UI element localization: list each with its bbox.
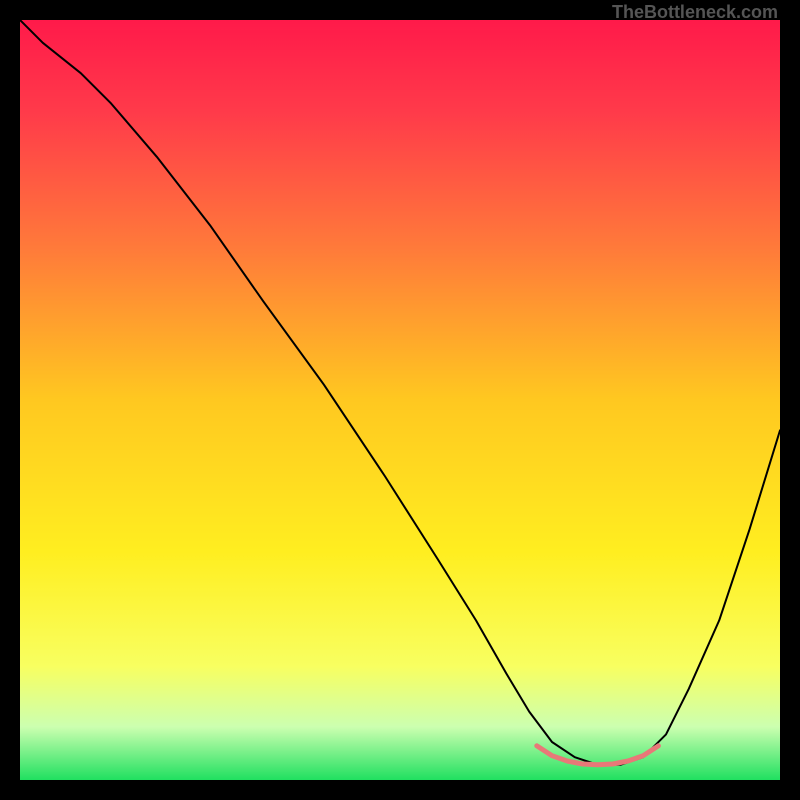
plot-area <box>20 20 780 780</box>
gradient-background <box>20 20 780 780</box>
chart-container: TheBottleneck.com <box>0 0 800 800</box>
watermark-text: TheBottleneck.com <box>612 2 778 23</box>
chart-svg <box>20 20 780 780</box>
